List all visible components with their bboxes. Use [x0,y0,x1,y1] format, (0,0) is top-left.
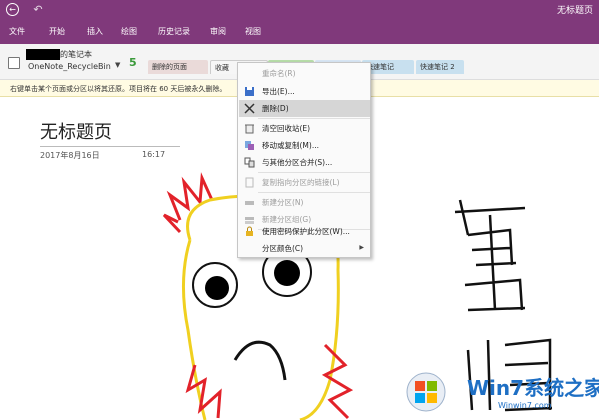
watermark-url: Winwin7.com [498,401,552,410]
menu-item-empty-recycle-bin[interactable]: 清空回收站(E) [239,120,370,137]
menu-separator [258,118,370,119]
menu-item-section-color[interactable]: 分区颜色(C) ▶ [239,240,370,257]
export-icon [245,87,254,96]
left-eye-pupil [205,276,229,300]
infobar-text: 右键单击某个页面或分区以将其还原。项目将在 60 天后被永久删除。 [10,85,227,93]
ribbon-tabs: 文件 开始 插入 绘图 历史记录 审阅 视图 [0,20,599,44]
menu-separator [258,192,370,193]
new-section-icon [245,201,254,205]
undo-button[interactable]: ↶ [30,2,46,18]
window-title: 无标题页 [556,6,593,16]
lock-icon [246,226,253,236]
menu-item-password-protect[interactable]: 使用密码保护此分区(W)... [239,223,370,240]
menu-item-delete[interactable]: 删除(D) [239,100,370,117]
menu-item-new-section[interactable]: 新建分区(N) [239,194,370,211]
color-icon [244,243,255,254]
back-button[interactable]: ← [6,3,19,16]
tab-view[interactable]: 视图 [245,26,261,37]
tab-file[interactable]: 文件 [9,26,25,37]
tab-history[interactable]: 历史记录 [158,26,190,37]
redacted-name [26,49,60,60]
merge-icon [244,157,255,168]
page-date: 2017年8月16日 [40,151,100,160]
watermark-brand: Win7系统之家 [467,376,599,400]
move-copy-icon [245,141,254,150]
section-tab-quick-notes-2[interactable]: 快速笔记 2 [416,60,464,74]
tab-review[interactable]: 审阅 [210,26,226,37]
title-bar: ← ↶ 无标题页 [0,0,599,20]
page-title[interactable]: 无标题页 [40,118,112,144]
handwriting-char-1 [454,199,526,312]
menu-item-rename[interactable]: 重命名(R) [239,65,370,82]
tab-home[interactable]: 开始 [49,26,65,37]
right-eye-pupil [274,260,300,286]
tab-draw[interactable]: 绘图 [121,26,137,37]
chevron-down-icon[interactable]: ▼ [115,61,120,69]
delete-icon [244,103,255,114]
menu-item-copy-link[interactable]: 复制指向分区的链接(L) [239,174,370,191]
link-icon [245,177,254,188]
section-group-name[interactable]: OneNote_RecycleBin [28,62,111,71]
notebook-count: 5 [129,56,137,69]
notebook-name[interactable]: 的笔记本 [60,49,92,60]
menu-item-export[interactable]: 导出(E)... [239,83,370,100]
context-menu: 重命名(R) 导出(E)... 删除(D) 清空回收站(E) 移动或复制(M).… [237,62,371,258]
section-tab-deleted-pages[interactable]: 删除的页面 [148,60,208,74]
rename-icon [244,68,255,79]
menu-item-merge[interactable]: 与其他分区合并(S)... [239,154,370,171]
tab-insert[interactable]: 插入 [87,26,103,37]
submenu-arrow-icon: ▶ [359,244,364,251]
menu-separator [258,172,370,173]
mouth [233,340,287,381]
notebook-icon[interactable] [8,57,20,69]
windows-logo-icon [406,372,446,412]
title-underline [40,146,180,147]
menu-item-move-copy[interactable]: 移动或复制(M)... [239,137,370,154]
page-time: 16:17 [142,150,166,159]
recycle-bin-icon [245,124,254,134]
